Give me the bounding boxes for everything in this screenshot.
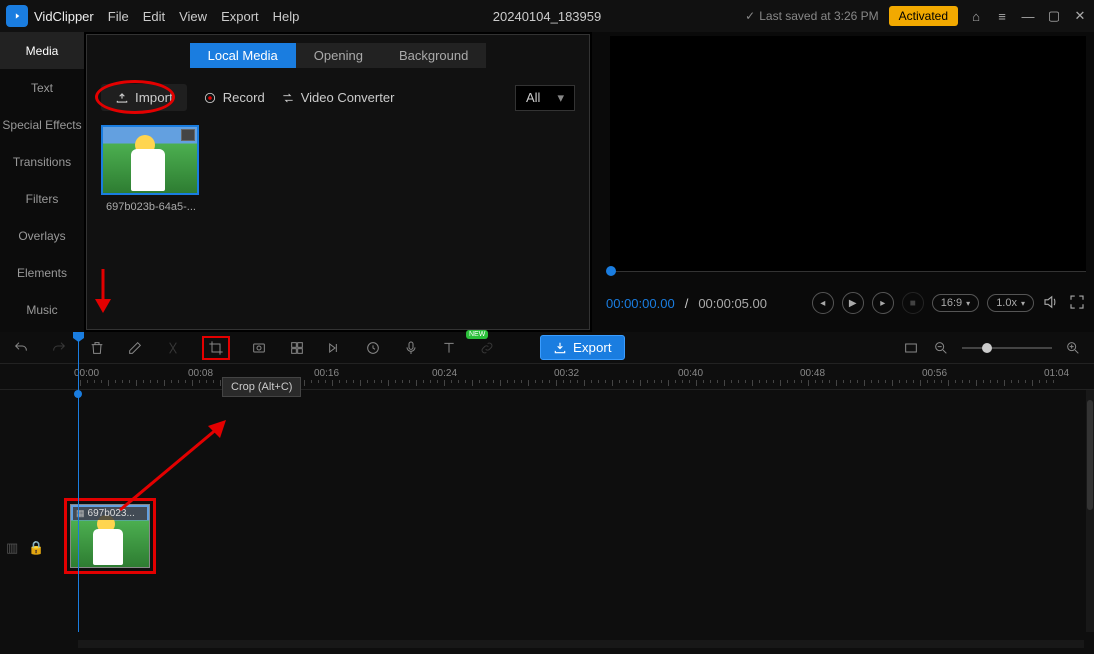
media-item[interactable]: 697b023b-64a5-... — [101, 125, 201, 213]
record-label: Record — [223, 90, 265, 105]
sidebar-item-elements[interactable]: Elements — [0, 254, 84, 291]
preview-seek-handle[interactable] — [606, 266, 616, 276]
menu-edit[interactable]: Edit — [143, 9, 165, 24]
record-button[interactable]: Record — [203, 90, 265, 105]
import-label: Import — [135, 90, 173, 105]
edit-icon[interactable] — [126, 339, 144, 357]
undo-icon[interactable] — [12, 339, 30, 357]
app-name: VidClipper — [34, 9, 94, 24]
aspect-ratio-dropdown[interactable]: 16:9 — [932, 294, 979, 312]
sidebar-item-overlays[interactable]: Overlays — [0, 217, 84, 254]
export-label: Export — [573, 340, 612, 355]
media-item-label: 697b023b-64a5-... — [101, 201, 201, 213]
media-filter-value: All — [526, 90, 540, 105]
title-bar: VidClipper File Edit View Export Help 20… — [0, 0, 1094, 32]
tab-opening[interactable]: Opening — [296, 43, 381, 68]
sidebar-item-transitions[interactable]: Transitions — [0, 143, 84, 180]
sidebar: Media Text Special Effects Transitions F… — [0, 32, 84, 332]
track-visibility-icon[interactable]: ▥ — [6, 540, 18, 556]
menu-help[interactable]: Help — [273, 9, 300, 24]
menu-export[interactable]: Export — [221, 9, 259, 24]
duration-icon[interactable] — [364, 339, 382, 357]
vertical-scrollbar[interactable] — [1086, 390, 1094, 632]
media-thumbnail[interactable] — [101, 125, 199, 195]
delete-icon[interactable] — [88, 339, 106, 357]
video-converter-label: Video Converter — [301, 90, 395, 105]
media-filter-dropdown[interactable]: All — [515, 85, 575, 111]
home-icon[interactable]: ⌂ — [968, 8, 984, 24]
fit-icon[interactable] — [902, 339, 920, 357]
app-logo — [6, 5, 28, 27]
timeline-panel: NEW Export Crop (Alt+C) 00:00 00:08 00:1… — [0, 332, 1094, 654]
play-button[interactable]: ▶ — [842, 292, 864, 314]
mosaic-icon[interactable] — [288, 339, 306, 357]
preview-seekbar[interactable] — [610, 271, 1086, 272]
menu-view[interactable]: View — [179, 9, 207, 24]
sidebar-item-music[interactable]: Music — [0, 291, 84, 328]
zoom-in-icon[interactable] — [1064, 339, 1082, 357]
track-region: ▥ 🔒 697b023... — [0, 390, 1094, 620]
time-sep: / — [685, 296, 689, 311]
timeline-toolbar: NEW Export — [0, 332, 1094, 364]
track-lock-icon[interactable]: 🔒 — [28, 540, 44, 556]
annotation-crop-highlight — [202, 336, 230, 360]
tab-local-media[interactable]: Local Media — [190, 43, 296, 68]
playhead[interactable] — [78, 332, 79, 632]
sidebar-item-filters[interactable]: Filters — [0, 180, 84, 217]
time-total: 00:00:05.00 — [698, 296, 767, 311]
annotation-arrow — [93, 269, 113, 319]
activated-badge[interactable]: Activated — [889, 6, 958, 26]
timeline-clip[interactable]: 697b023... — [70, 504, 150, 568]
import-button[interactable]: Import — [101, 84, 187, 111]
timeline-ruler[interactable]: 00:00 00:08 00:16 00:24 00:32 00:40 00:4… — [0, 364, 1094, 390]
zoom-slider[interactable] — [962, 347, 1052, 349]
preview-canvas[interactable] — [610, 36, 1086, 272]
preview-panel: 00:00:00.00 / 00:00:05.00 ◂ ▶ ▸ ■ 16:9 1… — [592, 32, 1094, 332]
text-icon[interactable] — [440, 339, 458, 357]
last-saved: Last saved at 3:26 PM — [745, 9, 878, 23]
fullscreen-icon[interactable] — [1068, 293, 1086, 314]
sidebar-item-special-effects[interactable]: Special Effects — [0, 106, 84, 143]
zoom-out-icon[interactable] — [932, 339, 950, 357]
speed-dropdown[interactable]: 1.0x — [987, 294, 1034, 312]
split-icon[interactable] — [164, 339, 182, 357]
project-title: 20240104_183959 — [493, 9, 601, 24]
tab-background[interactable]: Background — [381, 43, 486, 68]
stop-button[interactable]: ■ — [902, 292, 924, 314]
crop-tooltip: Crop (Alt+C) — [222, 377, 301, 397]
sidebar-item-media[interactable]: Media — [0, 32, 84, 69]
maximize-icon[interactable]: ▢ — [1046, 8, 1062, 24]
playhead-marker[interactable] — [74, 390, 82, 398]
time-current: 00:00:00.00 — [606, 296, 675, 311]
next-frame-button[interactable]: ▸ — [872, 292, 894, 314]
link-icon[interactable] — [478, 339, 496, 357]
volume-icon[interactable] — [1042, 293, 1060, 314]
new-badge: NEW — [466, 330, 488, 339]
video-converter-button[interactable]: Video Converter — [281, 90, 395, 105]
sidebar-item-text[interactable]: Text — [0, 69, 84, 106]
snapshot-icon[interactable] — [250, 339, 268, 357]
crop-icon[interactable] — [207, 339, 225, 357]
freeze-frame-icon[interactable] — [326, 339, 344, 357]
export-button[interactable]: Export — [540, 335, 625, 360]
close-icon[interactable]: ✕ — [1072, 8, 1088, 24]
voiceover-icon[interactable] — [402, 339, 420, 357]
redo-icon[interactable] — [50, 339, 68, 357]
clip-label: 697b023... — [73, 507, 147, 520]
media-panel: Local Media Opening Background Import Re… — [86, 34, 590, 330]
horizontal-scrollbar[interactable] — [78, 640, 1084, 648]
hamburger-icon[interactable]: ≡ — [994, 8, 1010, 24]
prev-frame-button[interactable]: ◂ — [812, 292, 834, 314]
minimize-icon[interactable]: — — [1020, 8, 1036, 24]
menu-file[interactable]: File — [108, 9, 129, 24]
